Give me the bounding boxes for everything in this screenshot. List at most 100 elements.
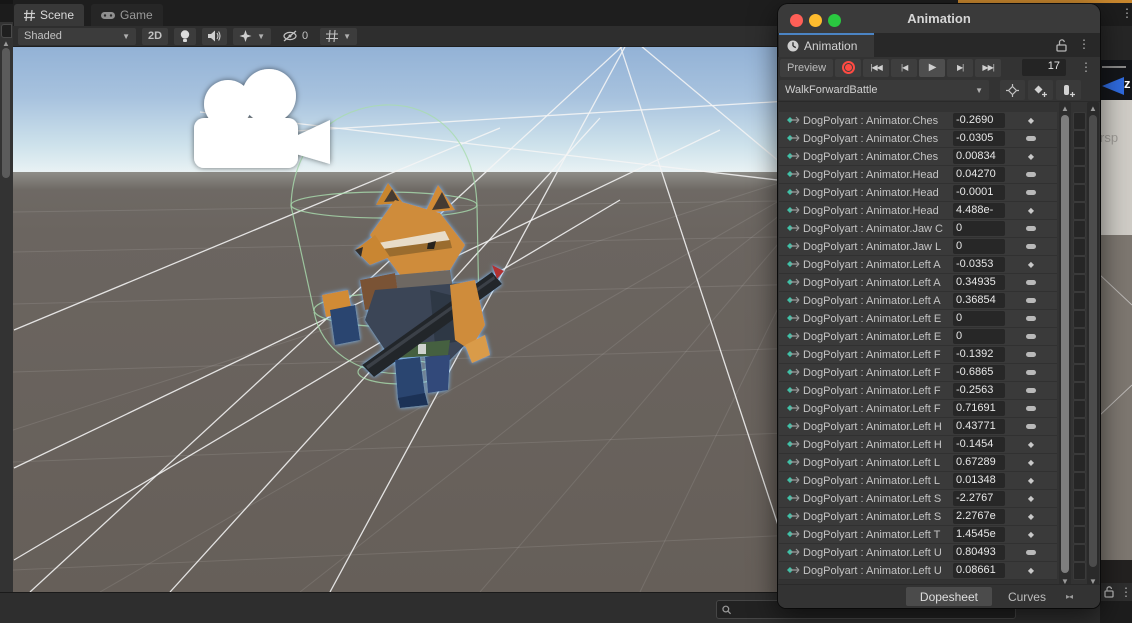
dopesheet-cell[interactable] bbox=[1073, 238, 1086, 256]
property-row[interactable]: DogPolyart : Animator.Ches -0.2690 bbox=[779, 112, 1057, 130]
dopesheet-cell[interactable] bbox=[1073, 436, 1086, 454]
clip-selector-dropdown[interactable]: WalkForwardBattle ▼ bbox=[779, 80, 989, 100]
go-to-end-button[interactable]: ▶▶| bbox=[975, 58, 1002, 77]
2d-toggle-button[interactable]: 2D bbox=[142, 27, 169, 45]
background-scrollbar[interactable] bbox=[2, 48, 10, 178]
property-value-field[interactable]: 0.43771 bbox=[953, 419, 1005, 434]
property-value-field[interactable]: 0 bbox=[953, 239, 1005, 254]
dopesheet-cell[interactable] bbox=[1073, 364, 1086, 382]
property-row[interactable]: DogPolyart : Animator.Left U 0.80493 bbox=[779, 544, 1057, 562]
property-row[interactable]: DogPolyart : Animator.Left L 0.01348 bbox=[779, 472, 1057, 490]
property-row[interactable]: DogPolyart : Animator.Left S 2.2767e bbox=[779, 508, 1057, 526]
lock-icon[interactable] bbox=[1104, 586, 1114, 598]
hidden-objects-toggle[interactable]: 0 bbox=[277, 28, 314, 45]
dopesheet-cell[interactable] bbox=[1073, 148, 1086, 166]
property-row[interactable]: DogPolyart : Animator.Jaw C 0 bbox=[779, 220, 1057, 238]
window-title-bar[interactable]: Animation bbox=[778, 4, 1100, 33]
property-row[interactable]: DogPolyart : Animator.Left A 0.34935 bbox=[779, 274, 1057, 292]
tab-game[interactable]: Game bbox=[91, 4, 163, 26]
dopesheet-cell[interactable] bbox=[1073, 112, 1086, 130]
property-row[interactable]: DogPolyart : Animator.Left A -0.0353 bbox=[779, 256, 1057, 274]
property-row[interactable]: DogPolyart : Animator.Ches -0.0305 bbox=[779, 130, 1057, 148]
pane-resize-icon[interactable]: ▸◂ bbox=[1066, 592, 1073, 601]
property-row[interactable]: DogPolyart : Animator.Head 4.488e- bbox=[779, 202, 1057, 220]
audio-toggle-button[interactable] bbox=[202, 27, 228, 45]
property-value-field[interactable]: -0.2563 bbox=[953, 383, 1005, 398]
dopesheet-cell[interactable] bbox=[1073, 562, 1086, 580]
dopesheet-cell[interactable] bbox=[1073, 418, 1086, 436]
property-value-field[interactable]: 2.2767e bbox=[953, 509, 1005, 524]
kebab-menu-icon[interactable]: ⋮ bbox=[1080, 60, 1092, 74]
curves-mode-button[interactable]: Curves bbox=[994, 587, 1060, 606]
property-value-field[interactable]: 4.488e- bbox=[953, 203, 1005, 218]
shading-mode-dropdown[interactable]: Shaded ▼ bbox=[18, 27, 136, 45]
property-value-field[interactable]: -0.1392 bbox=[953, 347, 1005, 362]
zoom-button[interactable] bbox=[828, 14, 841, 27]
property-row[interactable]: DogPolyart : Animator.Left S -2.2767 bbox=[779, 490, 1057, 508]
dopesheet-cell[interactable] bbox=[1073, 328, 1086, 346]
property-value-field[interactable]: 0.67289 bbox=[953, 455, 1005, 470]
property-row[interactable]: DogPolyart : Animator.Left H 0.43771 bbox=[779, 418, 1057, 436]
grid-settings-dropdown[interactable]: ▼ bbox=[320, 27, 358, 45]
dopesheet-cell[interactable] bbox=[1073, 508, 1086, 526]
frame-number-field[interactable]: 17 bbox=[1022, 59, 1066, 76]
tab-scene[interactable]: Scene bbox=[14, 4, 85, 26]
tab-animation[interactable]: Animation bbox=[779, 33, 874, 57]
dopesheet-cell[interactable] bbox=[1073, 400, 1086, 418]
dopesheet-cell[interactable] bbox=[1073, 526, 1086, 544]
property-value-field[interactable]: 0.04270 bbox=[953, 167, 1005, 182]
property-value-field[interactable]: 0.71691 bbox=[953, 401, 1005, 416]
property-row[interactable]: DogPolyart : Animator.Left U 0.08661 bbox=[779, 562, 1057, 580]
property-value-field[interactable]: 0.08661 bbox=[953, 563, 1005, 578]
property-value-field[interactable]: 0.01348 bbox=[953, 473, 1005, 488]
add-keyframe-button[interactable] bbox=[1028, 80, 1053, 100]
scrollbar-thumb[interactable] bbox=[1089, 115, 1097, 567]
property-value-field[interactable]: -0.0305 bbox=[953, 131, 1005, 146]
property-value-field[interactable]: 0.36854 bbox=[953, 293, 1005, 308]
property-value-field[interactable]: 0 bbox=[953, 221, 1005, 236]
kebab-menu-icon[interactable]: ⋮ bbox=[1078, 37, 1090, 51]
scroll-up-icon[interactable]: ▲ bbox=[1087, 104, 1099, 113]
record-button[interactable] bbox=[835, 58, 862, 77]
property-value-field[interactable]: -0.6865 bbox=[953, 365, 1005, 380]
dopesheet-cell[interactable] bbox=[1073, 382, 1086, 400]
property-scrollbar[interactable]: ▲ ▼ bbox=[1059, 102, 1071, 588]
property-row[interactable]: DogPolyart : Animator.Left H -0.1454 bbox=[779, 436, 1057, 454]
kebab-menu-icon[interactable]: ⋮ bbox=[1121, 6, 1132, 20]
dopesheet-cell[interactable] bbox=[1073, 544, 1086, 562]
scroll-up-icon[interactable]: ▲ bbox=[1059, 104, 1071, 113]
property-row[interactable]: DogPolyart : Animator.Left E 0 bbox=[779, 328, 1057, 346]
property-row[interactable]: DogPolyart : Animator.Left E 0 bbox=[779, 310, 1057, 328]
property-row[interactable]: DogPolyart : Animator.Left F 0.71691 bbox=[779, 400, 1057, 418]
dopesheet-cell[interactable] bbox=[1073, 274, 1086, 292]
property-value-field[interactable]: 0.00834 bbox=[953, 149, 1005, 164]
property-row[interactable]: DogPolyart : Animator.Left T 1.4545e bbox=[779, 526, 1057, 544]
dopesheet-cell[interactable] bbox=[1073, 310, 1086, 328]
previous-key-button[interactable]: |◀ bbox=[891, 58, 918, 77]
property-row[interactable]: DogPolyart : Animator.Left A 0.36854 bbox=[779, 292, 1057, 310]
dopesheet-cell[interactable] bbox=[1073, 166, 1086, 184]
dopesheet-cell[interactable] bbox=[1073, 454, 1086, 472]
minimize-button[interactable] bbox=[809, 14, 822, 27]
dopesheet-cell[interactable] bbox=[1073, 490, 1086, 508]
property-row[interactable]: DogPolyart : Animator.Head 0.04270 bbox=[779, 166, 1057, 184]
property-row[interactable]: DogPolyart : Animator.Left F -0.2563 bbox=[779, 382, 1057, 400]
dopesheet-mode-button[interactable]: Dopesheet bbox=[905, 587, 992, 606]
dopesheet-cell[interactable] bbox=[1073, 292, 1086, 310]
property-value-field[interactable]: -0.0353 bbox=[953, 257, 1005, 272]
unlock-icon[interactable] bbox=[1056, 39, 1067, 52]
preview-toggle-button[interactable]: Preview bbox=[780, 58, 834, 77]
play-button[interactable]: ▶ bbox=[919, 58, 946, 77]
property-row[interactable]: DogPolyart : Animator.Left F -0.6865 bbox=[779, 364, 1057, 382]
dopesheet-cell[interactable] bbox=[1073, 202, 1086, 220]
dopesheet-cell[interactable] bbox=[1073, 184, 1086, 202]
dopesheet-cell[interactable] bbox=[1073, 130, 1086, 148]
property-value-field[interactable]: 0.80493 bbox=[953, 545, 1005, 560]
dopesheet-cell[interactable] bbox=[1073, 220, 1086, 238]
property-row[interactable]: DogPolyart : Animator.Left F -0.1392 bbox=[779, 346, 1057, 364]
effects-dropdown-button[interactable]: ▼ bbox=[233, 27, 271, 45]
dopesheet-cell[interactable] bbox=[1073, 346, 1086, 364]
property-value-field[interactable]: 1.4545e bbox=[953, 527, 1005, 542]
lighting-toggle-button[interactable] bbox=[174, 27, 197, 45]
property-row[interactable]: DogPolyart : Animator.Ches 0.00834 bbox=[779, 148, 1057, 166]
